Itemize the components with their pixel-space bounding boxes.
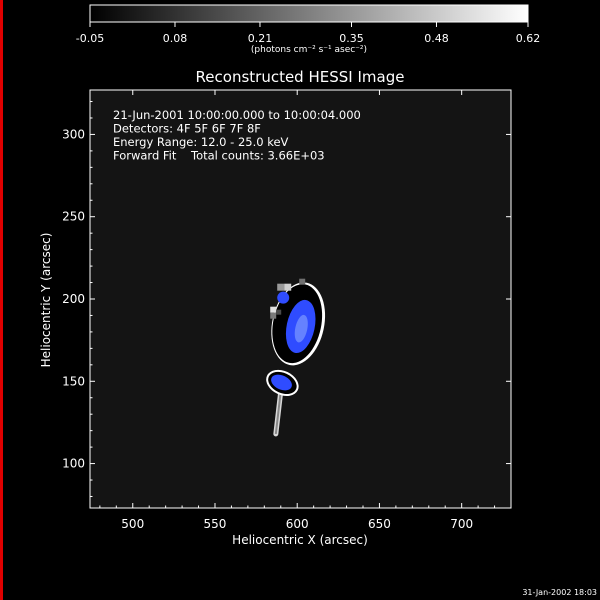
x-tick-label: 700	[450, 517, 473, 531]
colorbar-tick-label: 0.48	[424, 32, 449, 45]
colorbar-tick-label: -0.05	[76, 32, 104, 45]
y-tick-label: 150	[62, 374, 85, 388]
y-tick-label: 300	[62, 127, 85, 141]
residual-pixel	[277, 283, 285, 291]
colorbar-tick-label: 0.35	[339, 32, 364, 45]
x-tick-label: 500	[121, 517, 144, 531]
x-axis-label: Heliocentric X (arcsec)	[232, 533, 368, 547]
y-tick-label: 250	[62, 210, 85, 224]
residual-pixel	[270, 312, 277, 319]
info-line: Energy Range: 12.0 - 25.0 keV	[113, 135, 289, 149]
hessi-figure: -0.05 0.08 0.21 0.35 0.48 0.62 (photons cm⁻² …	[39, 4, 597, 597]
info-line: 21-Jun-2001 10:00:00.000 to 10:00:04.000	[113, 108, 361, 122]
residual-pixel	[284, 283, 292, 291]
y-axis-label: Heliocentric Y (arcsec)	[39, 233, 53, 368]
plot-area: 500 550 600 650 700 100 150 200 250 300 21-Jun-2…	[62, 89, 512, 531]
residual-pixel	[299, 278, 306, 285]
colorbar: -0.05 0.08 0.21 0.35 0.48 0.62 (photons cm⁻² …	[76, 4, 540, 55]
y-tick-label: 200	[62, 292, 85, 306]
residual-pixel	[276, 309, 282, 315]
info-line: Detectors: 4F 5F 6F 7F 8F	[113, 122, 261, 136]
residual-pixel	[270, 306, 277, 313]
colorbar-ticks: -0.05 0.08 0.21 0.35 0.48 0.62	[76, 22, 540, 45]
y-tick-label: 100	[62, 457, 85, 471]
colorbar-tick-label: 0.08	[163, 32, 188, 45]
colorbar-gradient	[90, 5, 528, 22]
footer-timestamp: 31-Jan-2002 18:03	[522, 588, 597, 597]
colorbar-tick-label: 0.62	[516, 32, 541, 45]
x-tick-label: 600	[286, 517, 309, 531]
x-tick-label: 650	[368, 517, 391, 531]
main-lobe-upper-spot	[277, 291, 290, 304]
colorbar-label: (photons cm⁻² s⁻¹ asec⁻²)	[251, 45, 367, 55]
colorbar-tick-label: 0.21	[248, 32, 273, 45]
info-line: Forward Fit Total counts: 3.66E+03	[113, 149, 325, 163]
chart-title: Reconstructed HESSI Image	[196, 68, 405, 86]
x-tick-label: 550	[204, 517, 227, 531]
